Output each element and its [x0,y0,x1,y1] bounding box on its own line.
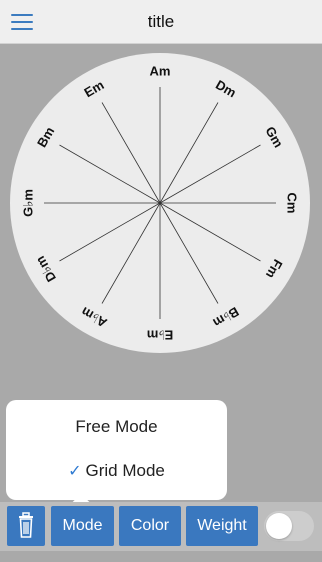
grid-mode-label: Grid Mode [85,461,165,480]
free-mode-label: Free Mode [75,417,158,436]
key-label: Cm [285,193,300,214]
free-mode-option[interactable]: Free Mode [6,412,227,442]
color-button[interactable]: Color [119,506,181,546]
trash-button[interactable] [7,506,45,546]
weight-button[interactable]: Weight [186,506,258,546]
mode-button[interactable]: Mode [51,506,114,546]
toggle-knob [266,513,292,539]
key-label: E♭m [147,328,173,343]
top-bar: title [0,0,322,44]
key-label: G♭m [21,189,36,217]
checkmark-icon: ✓ [68,463,82,480]
toggle-switch[interactable] [264,511,314,541]
page-title: title [147,12,175,31]
circle-of-fifths[interactable]: AmDmGmCmFmB♭mE♭mA♭mD♭mG♭mBmEm [0,44,322,364]
trash-icon [19,512,33,538]
key-label: Am [150,64,171,79]
grid-mode-option[interactable]: ✓ Grid Mode [6,456,227,486]
bottom-toolbar: Mode Color Weight [0,502,322,551]
mode-popover: Free Mode ✓ Grid Mode [6,400,227,500]
